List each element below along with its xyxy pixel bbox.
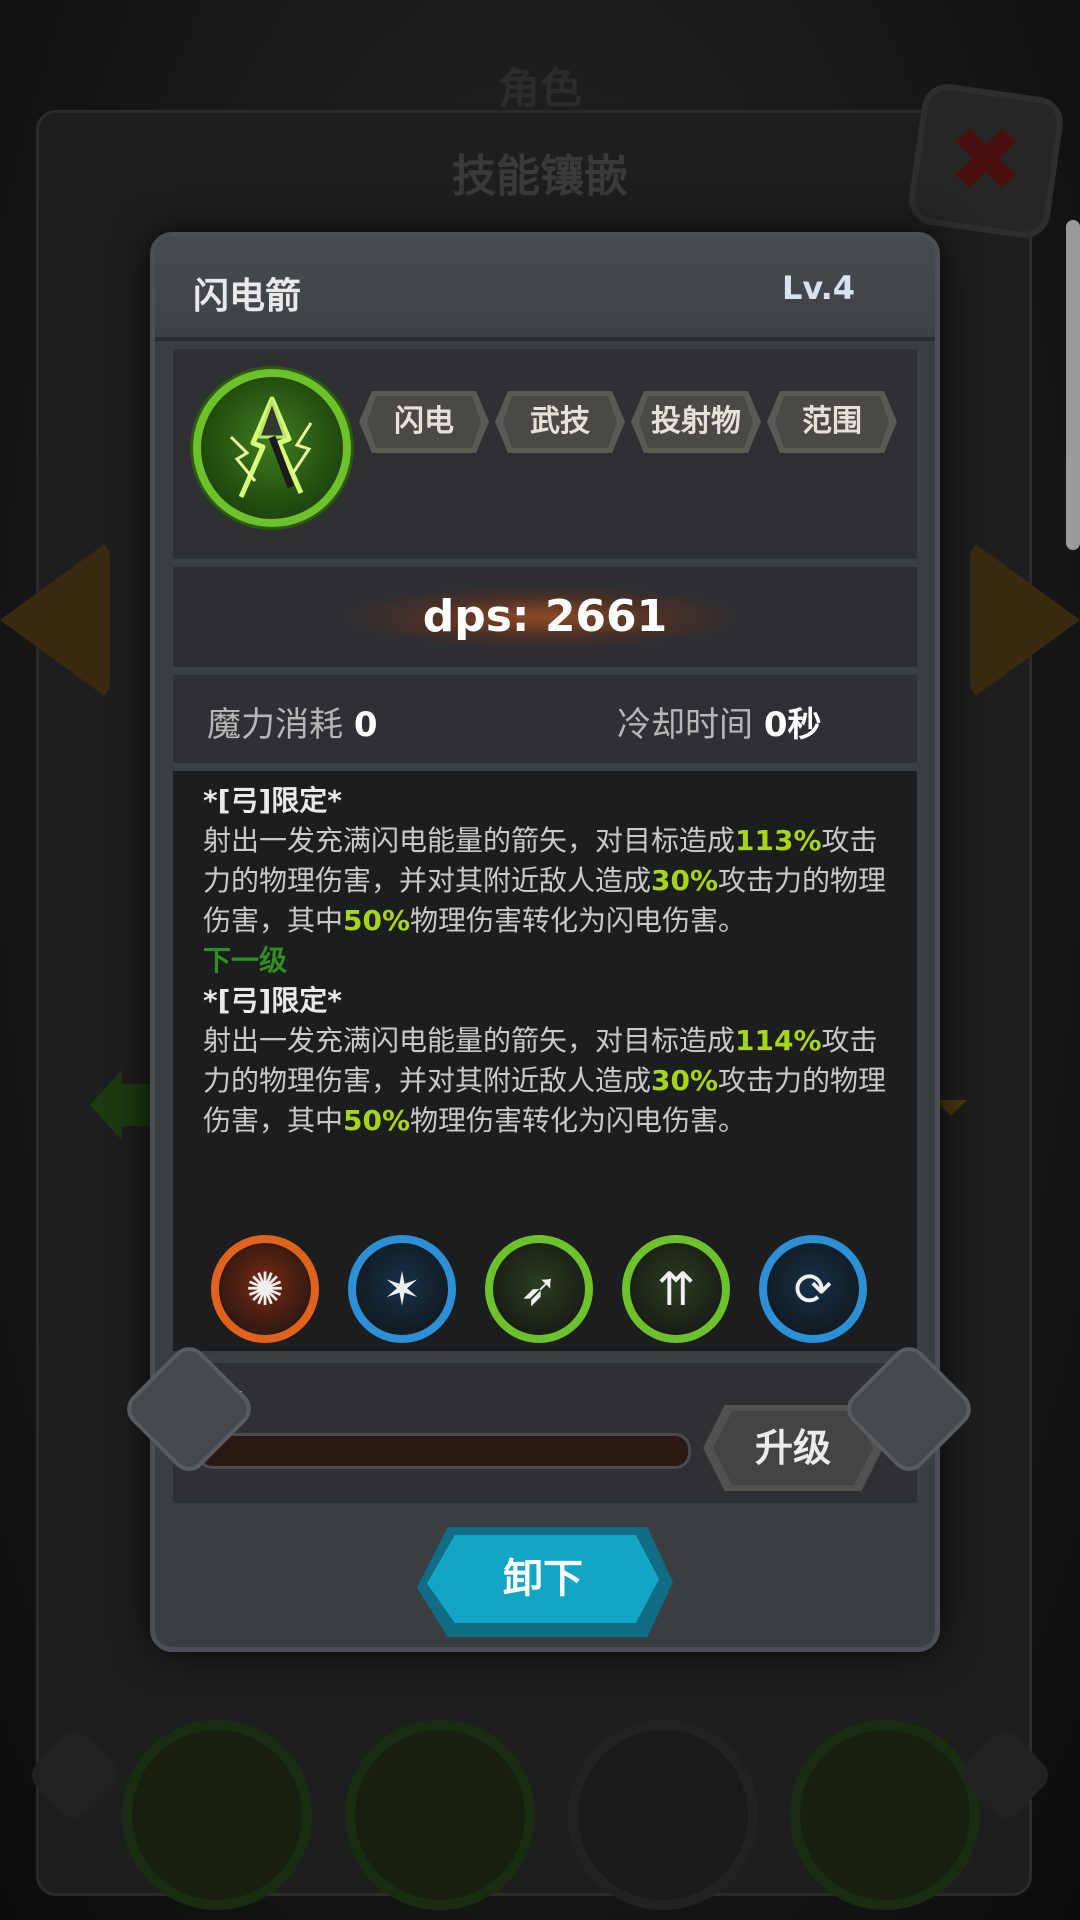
current-limit: *[弓]限定* xyxy=(203,784,342,817)
close-icon: ✖ xyxy=(948,108,1024,213)
next-level-label: 下一级 xyxy=(203,944,288,977)
background-skill-slot[interactable] xyxy=(568,1720,758,1910)
background-skill-slot[interactable] xyxy=(122,1720,312,1910)
skill-detail-modal: 闪电箭 Lv.4 闪电 武技 投射物 范围 dps: 2661 魔力消耗 0 冷… xyxy=(150,232,940,1652)
highlight-value: 30% xyxy=(651,1064,719,1097)
highlight-value: 113% xyxy=(735,824,822,857)
skill-name: 闪电箭 xyxy=(193,276,302,317)
description-text: 物理伤害转化为闪电伤害。 xyxy=(410,1104,747,1137)
lightning-arrow-icon xyxy=(193,369,351,527)
skill-summary: 闪电 武技 投射物 范围 xyxy=(173,349,917,563)
cycle-arrows-icon[interactable]: ⟳ xyxy=(759,1235,867,1343)
cooldown-value: 0秒 xyxy=(763,705,822,745)
next-description: 射出一发充满闪电能量的箭矢，对目标造成114%攻击力的物理伤害，并对其附近敌人造… xyxy=(203,1021,893,1141)
skill-tag: 闪电 xyxy=(359,391,489,453)
skill-tag-label: 投射物 xyxy=(639,396,753,448)
progress-bar xyxy=(197,1433,691,1469)
highlight-value: 50% xyxy=(343,904,411,937)
cooldown-label: 冷却时间 xyxy=(617,705,753,745)
skill-tag-label: 范围 xyxy=(775,396,889,448)
cooldown: 冷却时间 0秒 xyxy=(617,697,821,746)
skill-tag: 武技 xyxy=(495,391,625,453)
description-text: 物理伤害转化为闪电伤害。 xyxy=(410,904,747,937)
description-text: 射出一发充满闪电能量的箭矢，对目标造成 xyxy=(203,1024,736,1057)
shattered-arrow-icon[interactable]: ✶ xyxy=(348,1235,456,1343)
stats-section: 魔力消耗 0 冷却时间 0秒 xyxy=(173,675,917,767)
description-text: 射出一发充满闪电能量的箭矢，对目标造成 xyxy=(203,824,736,857)
sun-burst-icon[interactable]: ✺ xyxy=(211,1235,319,1343)
skill-tag: 范围 xyxy=(767,391,897,453)
highlight-value: 114% xyxy=(735,1024,822,1057)
skill-tag-label: 武技 xyxy=(503,396,617,448)
background-role-title: 角色 xyxy=(497,64,582,113)
unload-button[interactable]: 卸下 xyxy=(417,1527,673,1637)
current-description: 射出一发充满闪电能量的箭矢，对目标造成113%攻击力的物理伤害，并对其附近敌人造… xyxy=(203,821,893,941)
background-skill-slot[interactable] xyxy=(790,1720,980,1910)
skill-tag: 投射物 xyxy=(631,391,761,453)
mana-cost-label: 魔力消耗 xyxy=(207,705,343,745)
background-close-button[interactable]: ✖ xyxy=(905,80,1067,242)
skill-tag-label: 闪电 xyxy=(367,396,481,448)
next-limit: *[弓]限定* xyxy=(203,984,342,1017)
highlight-value: 30% xyxy=(651,864,719,897)
modal-header: 闪电箭 Lv.4 xyxy=(155,237,935,341)
spinning-arrow-icon[interactable]: ➶ xyxy=(485,1235,593,1343)
scrollbar[interactable] xyxy=(1066,220,1080,550)
mana-cost: 魔力消耗 0 xyxy=(207,697,377,746)
dps-value: dps: 2661 xyxy=(422,591,668,642)
skill-description: *[弓]限定* 射出一发充满闪电能量的箭矢，对目标造成113%攻击力的物理伤害，… xyxy=(203,781,893,1141)
skill-level: Lv.4 xyxy=(781,269,855,307)
multi-arrow-icon[interactable]: ⇈ xyxy=(622,1235,730,1343)
upgrade-section: 0/1 升级 xyxy=(173,1359,917,1503)
highlight-value: 50% xyxy=(343,1104,411,1137)
upgrade-label: 升级 xyxy=(713,1411,873,1485)
unload-label: 卸下 xyxy=(427,1535,659,1623)
background-skill-slot[interactable] xyxy=(345,1720,535,1910)
mana-cost-value: 0 xyxy=(353,705,378,745)
dps-section: dps: 2661 xyxy=(173,567,917,671)
